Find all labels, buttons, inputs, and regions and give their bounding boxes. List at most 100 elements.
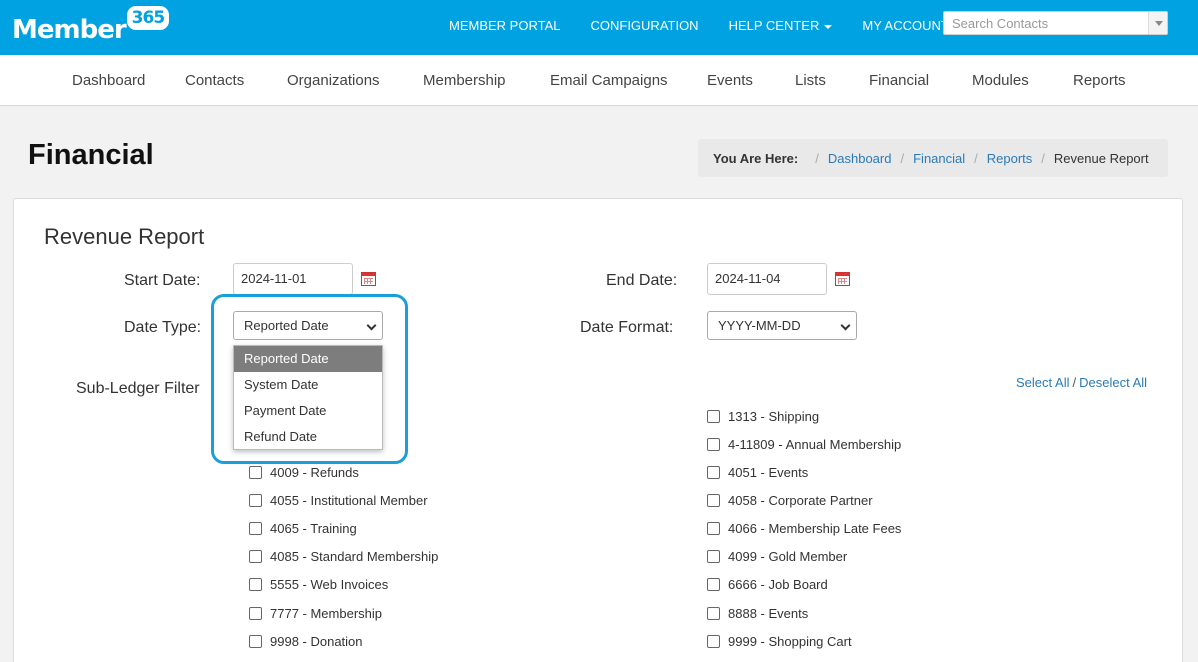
checkbox-label: 4066 - Membership Late Fees [728,521,902,536]
subledger-checkbox-8888[interactable]: 8888 - Events [707,606,808,621]
subledger-checkbox-4009[interactable]: 4009 - Refunds [249,465,359,480]
date-type-label: Date Type: [124,319,202,336]
subledger-checkbox-4066[interactable]: 4066 - Membership Late Fees [707,521,901,536]
checkbox[interactable] [249,578,262,591]
checkbox-label: 9998 - Donation [270,634,363,649]
checkbox-label: 5555 - Web Invoices [270,577,389,592]
subledger-checkbox-9999[interactable]: 9999 - Shopping Cart [707,634,852,649]
checkbox-label: 4085 - Standard Membership [270,549,439,564]
checkbox[interactable] [707,438,720,451]
select-links: Select All / Deselect All [1016,375,1147,390]
date-type-option-payment[interactable]: Payment Date [234,398,382,424]
main-nav: Dashboard Contacts Organizations Members… [0,55,1198,106]
member-portal-link[interactable]: MEMBER PORTAL [449,18,560,33]
checkbox-label: 8888 - Events [728,606,809,621]
checkbox[interactable] [707,578,720,591]
logo-text: Member [12,15,127,45]
checkbox[interactable] [249,494,262,507]
subledger-checkbox-4065[interactable]: 4065 - Training [249,521,357,536]
nav-modules[interactable]: Modules [972,72,1029,89]
subledger-checkbox-6666[interactable]: 6666 - Job Board [707,577,828,592]
checkbox-label: 1313 - Shipping [728,409,820,424]
subledger-filter-label: Sub-Ledger Filter [76,380,200,397]
search-contacts-input[interactable] [944,12,1144,34]
nav-email-campaigns[interactable]: Email Campaigns [550,72,668,89]
search-dropdown-arrow-icon[interactable] [1148,12,1167,34]
breadcrumb-separator: / [815,150,819,166]
checkbox-label: 4009 - Refunds [270,465,359,480]
checkbox[interactable] [707,494,720,507]
end-date-input[interactable]: 2024-11-04 [707,263,827,295]
breadcrumb-financial[interactable]: Financial [913,151,965,166]
checkbox[interactable] [707,410,720,423]
subledger-checkbox-4085[interactable]: 4085 - Standard Membership [249,549,438,564]
nav-events[interactable]: Events [707,72,753,89]
subledger-checkbox-4058[interactable]: 4058 - Corporate Partner [707,493,873,508]
subledger-checkbox-4099[interactable]: 4099 - Gold Member [707,549,847,564]
breadcrumb: You Are Here: / Dashboard / Financial / … [698,139,1168,177]
breadcrumb-current: Revenue Report [1053,150,1149,166]
help-center-menu[interactable]: HELP CENTER [729,18,833,33]
checkbox[interactable] [707,607,720,620]
breadcrumb-reports[interactable]: Reports [987,151,1033,166]
nav-lists[interactable]: Lists [795,72,826,89]
subledger-checkbox-5555[interactable]: 5555 - Web Invoices [249,577,388,592]
subledger-checkbox-1313[interactable]: 1313 - Shipping [707,409,819,424]
deselect-all-link[interactable]: Deselect All [1079,375,1147,390]
checkbox[interactable] [707,466,720,479]
nav-organizations[interactable]: Organizations [287,72,380,89]
caret-down-icon [824,24,833,29]
top-nav: MEMBER PORTAL CONFIGURATION HELP CENTER … [449,18,992,33]
subledger-checkbox-7777[interactable]: 7777 - Membership [249,606,382,621]
date-type-dropdown: Reported Date System Date Payment Date R… [233,345,383,450]
nav-contacts[interactable]: Contacts [185,72,244,89]
checkbox-label: 4051 - Events [728,465,809,480]
page-title: Financial [28,139,154,171]
nav-financial[interactable]: Financial [869,72,929,89]
breadcrumb-separator: / [900,150,905,166]
nav-dashboard[interactable]: Dashboard [72,72,145,89]
breadcrumb-separator: / [974,150,978,166]
search-contacts-box [943,11,1168,35]
calendar-icon[interactable] [361,272,376,286]
start-date-input[interactable]: 2024-11-01 [233,263,353,295]
checkbox[interactable] [707,522,720,535]
subledger-checkbox-4055[interactable]: 4055 - Institutional Member [249,493,428,508]
date-format-select[interactable]: YYYY-MM-DD [707,311,857,340]
breadcrumb-dashboard[interactable]: Dashboard [828,151,892,166]
checkbox[interactable] [249,466,262,479]
checkbox-label: 4-11809 - Annual Membership [728,437,902,452]
breadcrumb-separator: / [1041,150,1045,166]
checkbox-label: 4099 - Gold Member [728,549,848,564]
subledger-checkbox-4051[interactable]: 4051 - Events [707,465,808,480]
logo-badge: 365 [126,6,170,30]
checkbox-label: 7777 - Membership [270,606,382,621]
date-type-option-refund[interactable]: Refund Date [234,424,382,450]
start-date-label: Start Date: [124,272,201,289]
checkbox-label: 9999 - Shopping Cart [728,634,852,649]
checkbox[interactable] [249,522,262,535]
checkbox[interactable] [249,607,262,620]
nav-reports[interactable]: Reports [1073,72,1126,89]
revenue-report-panel [13,198,1183,662]
checkbox-label: 6666 - Job Board [728,577,828,592]
checkbox[interactable] [249,635,262,648]
calendar-icon[interactable] [835,272,850,286]
nav-membership[interactable]: Membership [423,72,506,89]
checkbox[interactable] [249,550,262,563]
select-links-separator: / [1072,375,1077,390]
date-type-option-system[interactable]: System Date [234,372,382,398]
breadcrumb-label: You Are Here: [713,150,799,166]
subledger-checkbox-9998[interactable]: 9998 - Donation [249,634,363,649]
subledger-checkbox-4-11809[interactable]: 4-11809 - Annual Membership [707,437,901,452]
date-type-option-reported[interactable]: Reported Date [234,346,382,372]
checkbox[interactable] [707,550,720,563]
configuration-link[interactable]: CONFIGURATION [590,18,698,33]
select-all-link[interactable]: Select All [1016,375,1069,390]
checkbox[interactable] [707,635,720,648]
member365-logo[interactable]: Member 365 [12,6,170,48]
report-title: Revenue Report [44,224,205,249]
checkbox-label: 4055 - Institutional Member [270,493,428,508]
top-bar: Member 365 MEMBER PORTAL CONFIGURATION H… [0,0,1198,55]
checkbox-label: 4058 - Corporate Partner [728,493,873,508]
